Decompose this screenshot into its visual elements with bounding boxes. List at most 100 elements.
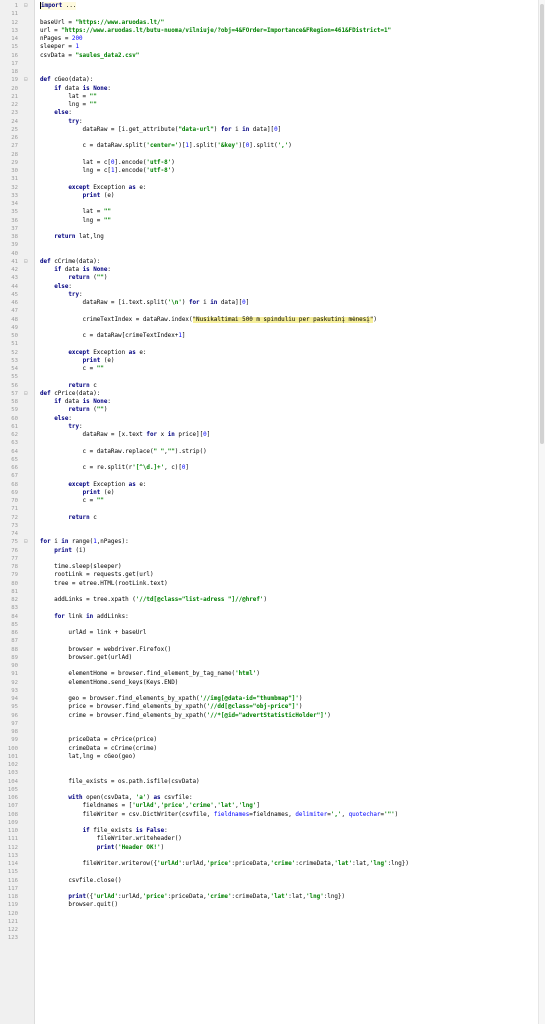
code-line[interactable]: lat,lng = cGeo(geo) — [40, 753, 135, 761]
code-line[interactable]: return ("") — [40, 274, 107, 282]
code-line[interactable]: else: — [40, 109, 72, 117]
code-line[interactable]: fileWriter = csv.DictWriter(csvfile, fie… — [40, 811, 399, 819]
code-line[interactable]: print (i) — [40, 547, 86, 555]
code-line[interactable]: return c — [40, 382, 96, 390]
code-token: fileWriter.writeheader() — [40, 836, 182, 843]
code-line[interactable]: addLinks = tree.xpath ('//td[@class="lis… — [40, 596, 267, 604]
fold-toggle-icon[interactable]: ⊟ — [24, 539, 30, 545]
line-number: 117 — [7, 885, 18, 892]
line-number: 71 — [11, 506, 18, 513]
code-line[interactable]: except Exception as e: — [40, 184, 146, 192]
code-line[interactable]: rootLink = requests.get(url) — [40, 571, 153, 579]
code-token: 'crime' — [206, 894, 232, 900]
code-line[interactable]: lng = c[1].encode('utf-8') — [40, 167, 175, 175]
code-line[interactable]: browser = webdriver.Firefox() — [40, 646, 171, 654]
code-line[interactable]: except Exception as e: — [40, 481, 146, 489]
code-line[interactable]: try: — [40, 423, 82, 431]
code-line[interactable]: tree = etree.HTML(rootLink.text) — [40, 580, 168, 588]
code-line[interactable]: except Exception as e: — [40, 349, 146, 357]
code-line[interactable]: try: — [40, 118, 82, 126]
code-area[interactable]: import ... baseUrl = "https://www.aruodas… — [34, 0, 545, 1024]
code-line[interactable]: if data is None: — [40, 85, 111, 93]
code-line[interactable]: c = dataRaw.split('center=')[1].split('&… — [40, 142, 292, 150]
code-line[interactable]: lat = "" — [40, 208, 111, 216]
code-line[interactable]: print (e) — [40, 192, 115, 200]
scrollbar-thumb[interactable] — [540, 4, 544, 444]
code-line[interactable]: lat = c[0].encode('utf-8') — [40, 159, 175, 167]
code-line[interactable]: crime = browser.find_elements_by_xpath('… — [40, 712, 330, 720]
code-line[interactable]: crimeTextIndex = dataRaw.index("Nusikalt… — [40, 316, 377, 324]
code-line[interactable]: if data is None: — [40, 266, 111, 274]
code-line[interactable]: sleeper = 1 — [40, 43, 79, 51]
code-token: def — [40, 258, 55, 265]
code-line[interactable]: crimeData = cCrime(crime) — [40, 745, 157, 753]
code-line[interactable]: csvfile.close() — [40, 877, 121, 885]
code-line[interactable]: lng = "" — [40, 101, 96, 109]
fold-toggle-icon[interactable]: ⊟ — [24, 390, 30, 397]
code-line[interactable]: browser.quit() — [40, 901, 118, 909]
code-line[interactable]: def cGeo(data): — [40, 76, 93, 84]
line-number-gutter: 1 ⊟ 11 12 13 14 15 16 17 18 19 ⊟ 20 21 22 23 24 25 26 27 28 2… — [0, 0, 35, 1024]
code-line[interactable]: else: — [40, 415, 72, 423]
code-line[interactable]: time.sleep(sleeper) — [40, 563, 121, 571]
code-token: "Nusikaltimai 500 m spinduliu per paskut… — [192, 316, 374, 323]
fold-toggle-icon[interactable]: ⊟ — [24, 3, 30, 9]
code-line[interactable]: print({'urlAd':urlAd,'price':priceData,'… — [40, 893, 345, 901]
code-line[interactable]: browser.get(urlAd) — [40, 654, 132, 662]
code-line[interactable]: with open(csvData, 'a') as csvfile: — [40, 794, 192, 802]
code-line[interactable]: return c — [40, 514, 96, 522]
code-line[interactable]: print (e) — [40, 357, 115, 365]
fold-toggle-icon[interactable]: ⊟ — [24, 258, 30, 265]
code-token: browser.get(urlAd) — [40, 654, 133, 661]
code-line[interactable]: csvData = "saules_data2.csv" — [40, 52, 139, 60]
code-line[interactable]: else: — [40, 283, 72, 291]
code-line[interactable]: priceData = cPrice(price) — [40, 736, 157, 744]
code-line[interactable]: dataRaw = [i.get_attribute("data-url") f… — [40, 126, 282, 134]
code-line[interactable]: c = "" — [40, 497, 104, 505]
code-line[interactable]: fileWriter.writeheader() — [40, 835, 182, 843]
code-token: c = — [40, 366, 97, 372]
code-line[interactable]: nPages = 200 — [40, 35, 83, 43]
code-line[interactable]: def cCrime(data): — [40, 258, 100, 266]
code-line[interactable]: file_exists = os.path.isfile(csvData) — [40, 778, 199, 786]
code-line[interactable]: c = dataRaw.replace(" ","").strip() — [40, 448, 207, 456]
code-line[interactable]: lat = "" — [40, 93, 96, 101]
code-line[interactable]: print('Header OK!') — [40, 844, 164, 852]
code-line[interactable]: import ... — [40, 2, 77, 11]
vertical-scrollbar[interactable] — [538, 0, 545, 1024]
code-line[interactable]: print (e) — [40, 489, 115, 497]
line-number: 109 — [7, 819, 18, 826]
code-line[interactable]: def cPrice(data): — [40, 390, 100, 398]
code-editor[interactable]: 1 ⊟ 11 12 13 14 15 16 17 18 19 ⊟ 20 21 22 23 24 25 26 27 28 2… — [0, 0, 545, 1024]
code-token: :crimeData, — [231, 894, 271, 900]
code-line[interactable]: geo = browser.find_elements_by_xpath('//… — [40, 695, 302, 703]
code-line[interactable]: try: — [40, 291, 82, 299]
code-line[interactable]: fileWriter.writerow({'urlAd':urlAd,'pric… — [40, 860, 409, 868]
code-line[interactable]: baseUrl = "https://www.aruodas.lt/" — [40, 19, 164, 27]
code-line[interactable]: return lat,lng — [40, 233, 104, 241]
code-line[interactable]: for i in range(1,nPages): — [40, 538, 129, 546]
code-token: 'urlAd' — [93, 894, 119, 900]
code-token: '//*[@id="advertStatisticHolder"]' — [206, 712, 328, 719]
code-token: price = browser.find_elements_by_xpath( — [40, 704, 207, 711]
code-line[interactable]: for link in addLinks: — [40, 613, 128, 621]
code-line[interactable]: if file_exists is False: — [40, 827, 168, 835]
code-line[interactable]: price = browser.find_elements_by_xpath('… — [40, 703, 302, 711]
code-line[interactable]: elementHome = browser.find_element_by_ta… — [40, 670, 260, 678]
code-line[interactable]: fieldnames = ['urlAd','price','crime','l… — [40, 802, 260, 810]
code-line[interactable]: dataRaw = [x.text for x in price][0] — [40, 431, 211, 439]
code-line[interactable]: c = re.split(r'[^\d.]+', c)[0] — [40, 464, 189, 472]
code-token: sleeper = — [40, 44, 76, 51]
code-line[interactable]: c = "" — [40, 365, 104, 373]
code-line[interactable]: dataRaw = [i.text.split('\n') for i in d… — [40, 299, 250, 307]
code-line[interactable]: return ("") — [40, 406, 107, 414]
code-line[interactable]: urlAd = link + baseUrl — [40, 629, 146, 637]
code-line[interactable]: url = "https://www.aruodas.lt/butu-nuoma… — [40, 27, 391, 35]
fold-toggle-icon[interactable]: ⊟ — [24, 77, 30, 83]
code-line[interactable]: if data is None: — [40, 398, 111, 406]
code-line[interactable]: c = dataRaw[crimeTextIndex+1] — [40, 332, 186, 340]
code-line[interactable]: lng = "" — [40, 217, 111, 225]
code-token: ) — [373, 316, 377, 323]
code-line[interactable]: elementHome.send_keys(Keys.END) — [40, 679, 178, 687]
